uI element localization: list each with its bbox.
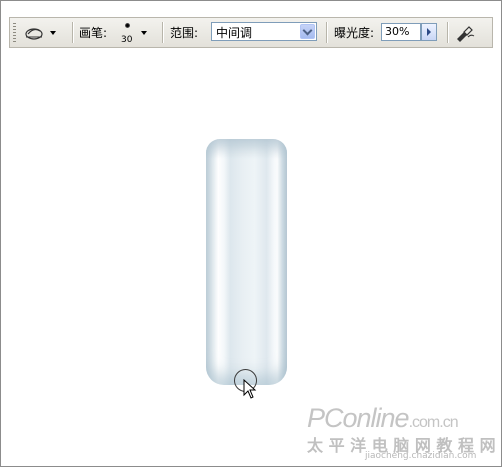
watermark-url: jiaocheng.chazidian.com [365, 451, 477, 461]
exposure-value: 30% [385, 25, 410, 38]
range-label: 范围: [170, 26, 199, 40]
glass-top-shading [206, 139, 287, 159]
dodge-tool-icon [25, 27, 43, 40]
watermark-domain: .com.cn [408, 414, 459, 431]
chevron-down-icon [50, 30, 56, 35]
dropdown-button[interactable] [300, 24, 315, 39]
exposure-group: 曝光度: [334, 18, 374, 47]
toolbar-divider [72, 22, 74, 43]
airbrush-toggle[interactable] [453, 18, 477, 47]
chevron-down-icon [141, 31, 147, 35]
options-toolbar: 画笔: 30 范围: 中间调 曝光度: 30% [9, 17, 493, 48]
toolbar-divider [447, 22, 449, 43]
brush-picker[interactable]: 30 [120, 18, 150, 47]
range-select[interactable]: 中间调 [211, 18, 317, 47]
glass-tube-shape [206, 139, 287, 385]
canvas-window: 画笔: 30 范围: 中间调 曝光度: 30% PConline.com.cn … [0, 0, 502, 467]
watermark-logo: PConline.com.cn [307, 403, 459, 434]
range-dropdown[interactable]: 中间调 [211, 22, 317, 41]
tool-preset-picker[interactable] [24, 18, 56, 47]
brush-tip-icon [125, 23, 130, 28]
exposure-input[interactable]: 30% [381, 23, 421, 41]
mouse-pointer-icon [243, 379, 257, 399]
exposure-control: 30% [381, 18, 439, 47]
exposure-label: 曝光度: [334, 26, 375, 40]
toolbar-divider [162, 22, 164, 43]
brush-preview: 30 [120, 20, 136, 46]
range-value: 中间调 [216, 26, 253, 40]
airbrush-icon [457, 25, 475, 42]
exposure-slider-button[interactable] [421, 23, 437, 41]
brush-group: 画笔: [79, 18, 107, 47]
watermark-site: PConline [307, 403, 410, 433]
chevron-right-icon [427, 28, 431, 36]
toolbar-grip[interactable] [13, 23, 16, 42]
chevron-down-icon [302, 25, 313, 35]
toolbar-divider [326, 22, 328, 43]
brush-label: 画笔: [79, 26, 108, 40]
range-group: 范围: [170, 18, 198, 47]
brush-size: 30 [121, 35, 133, 45]
